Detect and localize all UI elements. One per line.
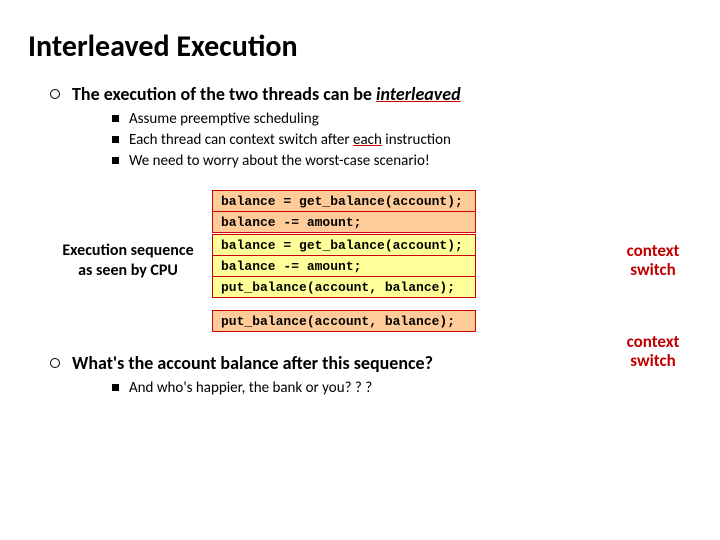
bullet-1-text: The execution of the two threads can be … [72,83,461,105]
bullet-2-text: What's the account balance after this se… [72,352,433,374]
diagram: Execution sequence as seen by CPU balanc… [58,190,700,332]
code-line: put_balance(account, balance); [213,276,475,297]
code-line: put_balance(account, balance); [213,311,475,331]
sub-bullet-text: Assume preemptive scheduling [129,109,319,130]
page-title: Interleaved Execution [28,28,700,65]
code-gap [212,299,476,309]
sub-bullet-2-u: each [353,131,382,149]
code-group-2: balance = get_balance(account); balance … [212,234,476,298]
sub-bullet-1: Assume preemptive scheduling [112,109,700,130]
square-bullet-icon [112,136,119,143]
code-group-1: balance = get_balance(account); balance … [212,190,476,233]
context-switch-2: context switch [608,333,698,370]
sub-bullet-list-1: Assume preemptive scheduling Each thread… [112,109,700,172]
sub-bullet-text: And who's happier, the bank or you? ? ? [129,378,372,399]
bullet-1-prefix: The execution of the two threads can be [72,83,376,105]
bullet-2: What's the account balance after this se… [50,352,700,374]
code-line: balance = get_balance(account); [213,191,475,211]
execution-label: Execution sequence as seen by CPU [58,241,198,281]
sub-bullet-2-pre: Each thread can context switch after [129,131,353,149]
square-bullet-icon [112,384,119,391]
circle-bullet-icon [50,89,60,99]
sub-bullet-2: Each thread can context switch after eac… [112,130,700,151]
sub-bullet-3: We need to worry about the worst-case sc… [112,151,700,172]
bullet-1: The execution of the two threads can be … [50,83,700,105]
sub-bullet-2-post: instruction [382,131,451,149]
bullet-list: The execution of the two threads can be … [50,83,700,172]
code-group-3: put_balance(account, balance); [212,310,476,332]
code-line: balance = get_balance(account); [213,235,475,255]
context-switch-1: context switch [608,242,698,279]
bullet-list-2: What's the account balance after this se… [50,352,700,399]
bullet-1-emph: interleaved [376,83,461,105]
code-line: balance -= amount; [213,211,475,232]
square-bullet-icon [112,157,119,164]
sub-bullet-text: Each thread can context switch after eac… [129,130,451,151]
sub-bullet-text: We need to worry about the worst-case sc… [129,151,430,172]
circle-bullet-icon [50,358,60,368]
code-line: balance -= amount; [213,255,475,276]
code-column: balance = get_balance(account); balance … [212,190,476,332]
square-bullet-icon [112,115,119,122]
context-switch-labels: context switch context switch [608,242,698,425]
